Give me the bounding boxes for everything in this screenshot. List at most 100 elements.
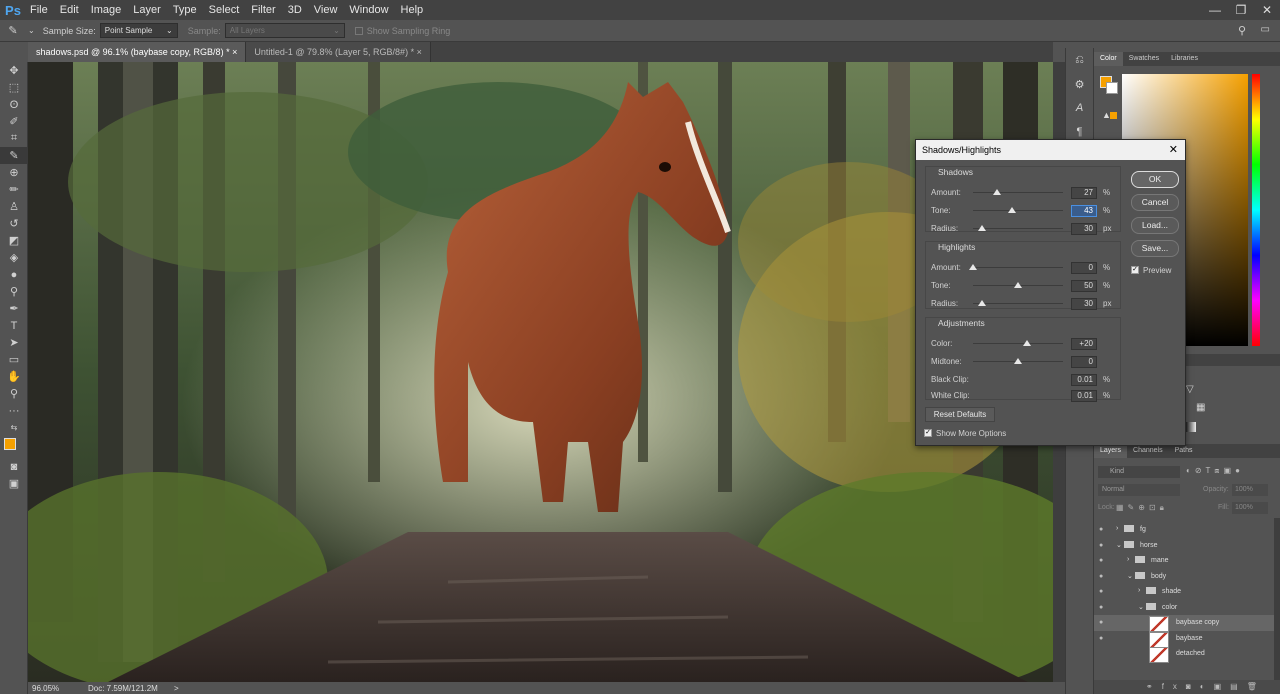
chevron-down-icon[interactable]: ⌄ xyxy=(1138,603,1144,611)
blur-tool-icon[interactable]: ● xyxy=(0,266,28,283)
shadows-radius-slider-thumb[interactable] xyxy=(978,225,986,231)
opacity-field[interactable]: 100% xyxy=(1232,484,1268,496)
close-icon[interactable]: × xyxy=(232,47,237,57)
rectangle-tool-icon[interactable]: ▭ xyxy=(0,351,28,368)
background-color-swatch[interactable] xyxy=(1106,82,1118,94)
adjustments-midtone-field[interactable]: 0 xyxy=(1071,356,1097,368)
eyedropper-tool-icon[interactable]: ✎ xyxy=(0,147,28,164)
blend-mode-select[interactable]: Normal xyxy=(1098,484,1180,496)
menu-filter[interactable]: Filter xyxy=(245,0,281,20)
menu-help[interactable]: Help xyxy=(395,0,430,20)
zoom-level[interactable]: 96.05% xyxy=(28,684,88,693)
brush-tool-icon[interactable]: ✏ xyxy=(0,181,28,198)
layer-filter-select[interactable]: Kind xyxy=(1098,466,1180,478)
history-panel-icon[interactable]: ⎌ xyxy=(1066,54,1093,78)
ok-button[interactable]: OK xyxy=(1131,171,1179,188)
tab-paths[interactable]: Paths xyxy=(1169,444,1199,458)
menu-type[interactable]: Type xyxy=(167,0,203,20)
layers-scrollbar[interactable] xyxy=(1274,518,1280,680)
eraser-tool-icon[interactable]: ◩ xyxy=(0,232,28,249)
menu-image[interactable]: Image xyxy=(85,0,128,20)
layer-row-mane[interactable]: ● › mane xyxy=(1094,553,1280,569)
lock-icons[interactable]: ▦✎⊕⊡🔒︎ xyxy=(1116,503,1168,513)
layers-footer-buttons[interactable]: ⚭fx◙◐▣▤🗑︎ xyxy=(1094,680,1280,694)
layer-row-detached[interactable]: detached xyxy=(1094,646,1280,663)
gradient-tool-icon[interactable]: ◈ xyxy=(0,249,28,266)
highlights-amount-slider-track[interactable] xyxy=(973,267,1063,268)
visibility-eye-icon[interactable]: ● xyxy=(1099,604,1103,611)
quick-select-tool-icon[interactable]: ✐ xyxy=(0,113,28,130)
move-tool-icon[interactable]: ✥ xyxy=(0,62,28,79)
history-brush-icon[interactable]: ↺ xyxy=(0,215,28,232)
highlights-radius-slider-thumb[interactable] xyxy=(978,300,986,306)
highlights-amount-slider-thumb[interactable] xyxy=(969,264,977,270)
status-menu-arrow[interactable]: > xyxy=(174,684,194,693)
adjustments-color-slider-thumb[interactable] xyxy=(1023,340,1031,346)
highlights-radius-slider-track[interactable] xyxy=(973,303,1063,304)
swap-colors-icon[interactable]: ⇆ xyxy=(0,419,28,436)
quick-mask-icon[interactable]: ◙ xyxy=(0,458,28,475)
cancel-button[interactable]: Cancel xyxy=(1131,194,1179,211)
menu-select[interactable]: Select xyxy=(203,0,246,20)
show-more-options-checkbox[interactable]: ✓ xyxy=(924,429,932,437)
type-tool-icon[interactable]: T xyxy=(0,317,28,334)
chevron-right-icon[interactable]: › xyxy=(1116,525,1118,532)
tab-shadows-psd[interactable]: shadows.psd @ 96.1% (baybase copy, RGB/8… xyxy=(28,42,247,62)
visibility-eye-icon[interactable]: ● xyxy=(1099,619,1103,626)
menu-edit[interactable]: Edit xyxy=(54,0,85,20)
healing-tool-icon[interactable]: ⊕ xyxy=(0,164,28,181)
shadows-amount-slider-thumb[interactable] xyxy=(993,189,1002,195)
marquee-tool-icon[interactable]: ⬚ xyxy=(0,79,28,96)
load-button[interactable]: Load... xyxy=(1131,217,1179,234)
grid-icon[interactable]: ▦ xyxy=(1196,402,1205,413)
close-icon[interactable]: × xyxy=(417,47,422,57)
adjustments-midtone-slider-thumb[interactable] xyxy=(1014,358,1022,364)
sample-select[interactable]: All Layers ⌄ xyxy=(224,23,345,38)
character-panel-icon[interactable]: A xyxy=(1066,102,1093,126)
layer-row-body[interactable]: ● ⌄ body xyxy=(1094,569,1280,585)
shadows-amount-field[interactable]: 27 xyxy=(1071,187,1097,199)
sample-size-select[interactable]: Point Sample ⌄ xyxy=(99,23,178,38)
menu-view[interactable]: View xyxy=(308,0,344,20)
gamut-swatch[interactable] xyxy=(1110,112,1117,119)
layer-row-fg[interactable]: ● › fg xyxy=(1094,522,1280,538)
chevron-right-icon[interactable]: › xyxy=(1138,587,1140,594)
hand-tool-icon[interactable]: ✋ xyxy=(0,368,28,385)
path-select-icon[interactable]: ➤ xyxy=(0,334,28,351)
stamp-tool-icon[interactable]: ♙ xyxy=(0,198,28,215)
lasso-tool-icon[interactable]: ʘ xyxy=(0,96,28,113)
eyedropper-icon[interactable]: ✎ xyxy=(0,24,26,37)
visibility-eye-icon[interactable]: ● xyxy=(1099,542,1103,549)
close-icon[interactable]: ✕ xyxy=(1169,140,1178,160)
shadows-tone-slider-thumb[interactable] xyxy=(1007,207,1016,213)
menu-window[interactable]: Window xyxy=(343,0,394,20)
close-window-button[interactable]: ✕ xyxy=(1254,3,1280,17)
menu-layer[interactable]: Layer xyxy=(127,0,167,20)
shadows-tone-field[interactable]: 43 xyxy=(1071,205,1097,217)
more-tools-icon[interactable]: ··· xyxy=(0,402,28,419)
properties-panel-icon[interactable]: ⚙ xyxy=(1066,78,1093,102)
layer-row-baybase[interactable]: ● baybase xyxy=(1094,631,1280,648)
visibility-eye-icon[interactable]: ● xyxy=(1099,526,1103,533)
fill-field[interactable]: 100% xyxy=(1232,502,1268,514)
shadows-radius-field[interactable]: 30 xyxy=(1071,223,1097,235)
chevron-right-icon[interactable]: › xyxy=(1127,556,1129,563)
save-button[interactable]: Save... xyxy=(1131,240,1179,257)
screen-mode-icon[interactable]: ▣ xyxy=(0,475,28,492)
visibility-eye-icon[interactable]: ● xyxy=(1099,573,1103,580)
chevron-down-icon[interactable]: ⌄ xyxy=(1127,572,1133,580)
crop-tool-icon[interactable]: ⌗ xyxy=(0,130,28,147)
highlights-amount-field[interactable]: 0 xyxy=(1071,262,1097,274)
layer-filter-icons[interactable]: ◐⊘T⧈▣● xyxy=(1186,466,1244,476)
tab-untitled-1[interactable]: Untitled-1 @ 79.8% (Layer 5, RGB/8#) * × xyxy=(246,42,431,62)
tab-swatches[interactable]: Swatches xyxy=(1123,52,1165,66)
visibility-eye-icon[interactable]: ● xyxy=(1099,588,1103,595)
pen-tool-icon[interactable]: ✒ xyxy=(0,300,28,317)
tab-channels[interactable]: Channels xyxy=(1127,444,1169,458)
chevron-down-icon[interactable]: ⌄ xyxy=(1116,541,1122,549)
visibility-eye-icon[interactable]: ● xyxy=(1099,635,1103,642)
tab-libraries[interactable]: Libraries xyxy=(1165,52,1204,66)
menu-3d[interactable]: 3D xyxy=(282,0,308,20)
show-ring-checkbox[interactable] xyxy=(354,26,363,35)
menu-file[interactable]: File xyxy=(24,0,54,20)
